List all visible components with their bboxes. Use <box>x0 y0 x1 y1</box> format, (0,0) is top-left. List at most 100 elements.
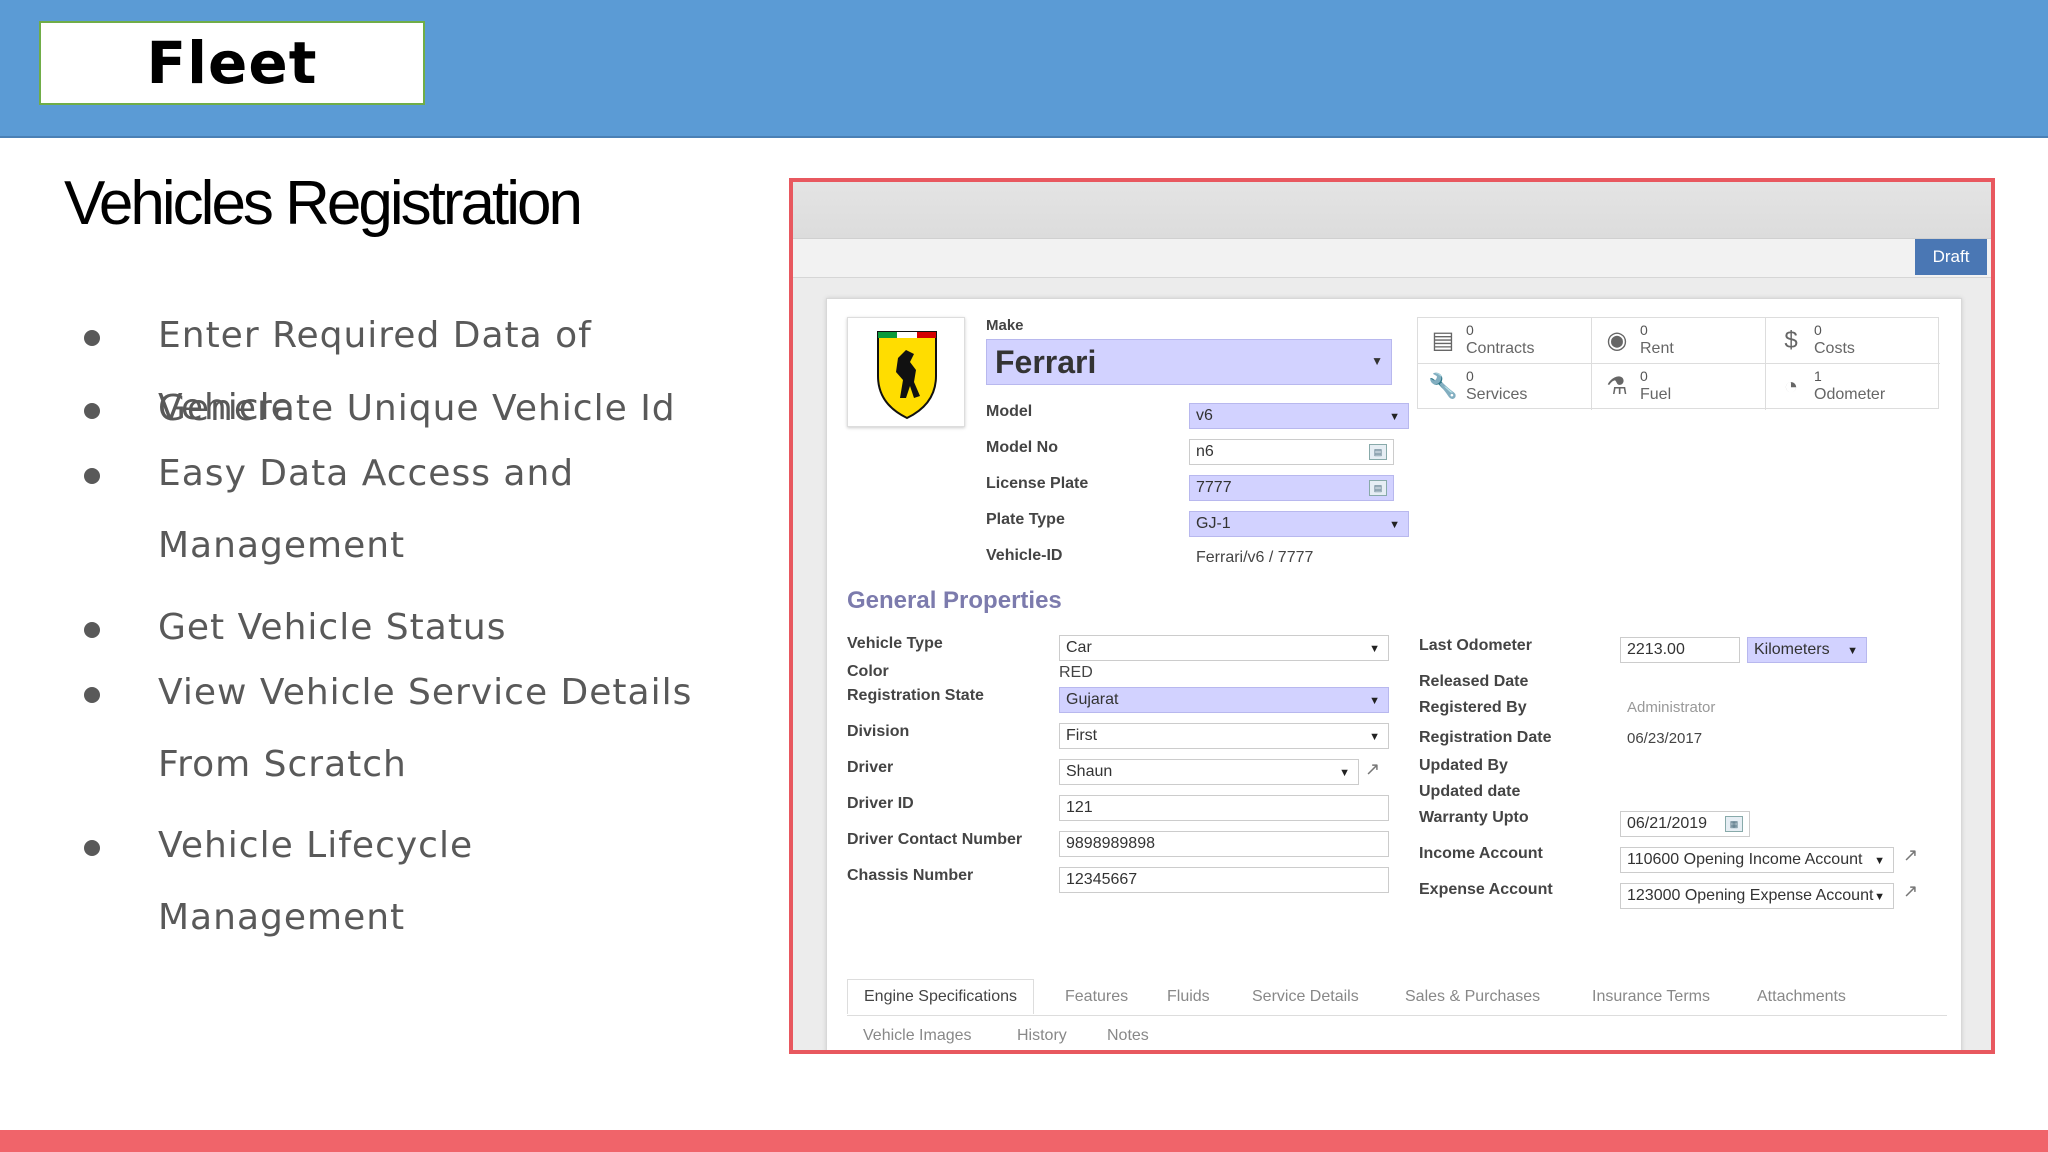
tab-vehicle-images[interactable]: Vehicle Images <box>863 1027 972 1045</box>
chevron-down-icon: ▼ <box>1369 643 1380 655</box>
ferrari-logo-icon[interactable] <box>847 317 965 427</box>
external-link-icon[interactable]: ↗ <box>1903 845 1918 866</box>
tab-notes[interactable]: Notes <box>1107 1027 1149 1045</box>
tab-history[interactable]: History <box>1017 1027 1067 1045</box>
warranty-label: Warranty Upto <box>1419 809 1529 826</box>
registration-date-label: Registration Date <box>1419 729 1552 746</box>
bullet-dot <box>84 403 100 419</box>
bullet-dot <box>84 687 100 703</box>
external-link-icon[interactable]: ↗ <box>1903 881 1918 902</box>
tab-sales-purchases[interactable]: Sales & Purchases <box>1405 988 1540 1006</box>
tab-engine-specifications[interactable]: Engine Specifications <box>847 979 1034 1014</box>
make-select[interactable]: Ferrari ▼ <box>986 339 1392 385</box>
calendar-icon[interactable]: ▦ <box>1725 816 1743 832</box>
tab-features[interactable]: Features <box>1065 988 1128 1006</box>
header-title-box: Fleet <box>39 21 425 105</box>
tab-fluids[interactable]: Fluids <box>1167 988 1210 1006</box>
slide-title: Vehicles Registration <box>64 169 583 238</box>
chassis-number-label: Chassis Number <box>847 867 974 884</box>
edit-icon[interactable]: ▤ <box>1369 480 1387 496</box>
driver-contact-label: Driver Contact Number <box>847 831 1023 848</box>
chevron-down-icon: ▼ <box>1369 731 1380 743</box>
header-title: Fleet <box>146 29 318 97</box>
updated-by-label: Updated By <box>1419 757 1508 774</box>
chevron-down-icon: ▼ <box>1389 411 1400 423</box>
bullet-item: Vehicle Lifecycle Management <box>84 810 724 954</box>
registered-by-value: Administrator <box>1627 699 1716 716</box>
last-odometer-label: Last Odometer <box>1419 637 1532 654</box>
bullet-dot <box>84 840 100 856</box>
stat-odometer[interactable]: ◔ 1 Odometer <box>1766 364 1940 410</box>
division-label: Division <box>847 723 910 740</box>
last-odometer-field[interactable]: 2213.00 <box>1620 637 1740 663</box>
form-sheet: Make Ferrari ▼ Model v6 ▼ Model No n6 ▤ Lic… <box>826 298 1962 1050</box>
stat-services[interactable]: 🔧 0 Services <box>1418 364 1592 410</box>
division-select[interactable]: First ▼ <box>1059 723 1389 749</box>
chevron-down-icon: ▼ <box>1339 767 1350 779</box>
license-plate-label: License Plate <box>986 475 1089 492</box>
registered-by-label: Registered By <box>1419 699 1527 716</box>
stat-rent[interactable]: ◉ 0 Rent <box>1592 318 1766 364</box>
vehicle-type-label: Vehicle Type <box>847 635 943 652</box>
vehicle-id-value: Ferrari/v6 / 7777 <box>1196 549 1314 566</box>
driver-id-label: Driver ID <box>847 795 914 812</box>
book-icon: ▤ <box>1431 327 1455 354</box>
expense-account-label: Expense Account <box>1419 881 1553 898</box>
income-account-label: Income Account <box>1419 845 1543 862</box>
status-draft-badge[interactable]: Draft <box>1915 239 1987 275</box>
driver-label: Driver <box>847 759 894 776</box>
model-label: Model <box>986 403 1033 420</box>
chassis-number-field[interactable]: 12345667 <box>1059 867 1389 893</box>
bullet-dot <box>84 622 100 638</box>
tab-divider <box>847 1015 1947 1016</box>
bullet-item: Easy Data Access and Management <box>84 438 574 582</box>
license-plate-field[interactable]: 7777 ▤ <box>1189 475 1394 501</box>
tab-attachments[interactable]: Attachments <box>1757 988 1846 1006</box>
chevron-down-icon: ▼ <box>1874 891 1885 903</box>
odometer-unit-select[interactable]: Kilometers ▼ <box>1747 637 1867 663</box>
chevron-down-icon: ▼ <box>1371 354 1383 368</box>
bullet-dot <box>84 330 100 346</box>
form-toolbar <box>793 182 1991 238</box>
external-link-icon[interactable]: ↗ <box>1365 759 1380 780</box>
make-label: Make <box>986 317 1024 334</box>
model-no-label: Model No <box>986 439 1058 456</box>
color-value: RED <box>1059 664 1093 681</box>
driver-id-field[interactable]: 121 <box>1059 795 1389 821</box>
bullet-item: View Vehicle Service Details From Scratch <box>84 657 692 801</box>
rent-icon: ◉ <box>1606 327 1628 354</box>
expense-account-select[interactable]: 123000 Opening Expense Account ▼ <box>1620 883 1894 909</box>
registration-state-label: Registration State <box>847 687 984 704</box>
tab-insurance-terms[interactable]: Insurance Terms <box>1592 988 1710 1006</box>
driver-contact-field[interactable]: 9898989898 <box>1059 831 1389 857</box>
bullet-dot <box>84 468 100 484</box>
wrench-icon: 🔧 <box>1428 373 1458 400</box>
registration-date-value: 06/23/2017 <box>1627 730 1703 747</box>
plate-type-label: Plate Type <box>986 511 1065 528</box>
stat-contracts[interactable]: ▤ 0 Contracts <box>1418 318 1592 364</box>
header-bar: Fleet <box>0 0 2048 138</box>
edit-icon[interactable]: ▤ <box>1369 444 1387 460</box>
stat-fuel[interactable]: ⚗ 0 Fuel <box>1592 364 1766 410</box>
form-tabs: Engine Specifications Features Fluids Se… <box>847 979 1947 1050</box>
vehicle-id-label: Vehicle-ID <box>986 547 1063 564</box>
driver-select[interactable]: Shaun ▼ <box>1059 759 1359 785</box>
vehicle-form-screenshot: Draft Make Ferrari ▼ Model v6 ▼ Model No n… <box>789 178 1995 1054</box>
warranty-date-field[interactable]: 06/21/2019 ▦ <box>1620 811 1750 837</box>
updated-date-label: Updated date <box>1419 783 1521 800</box>
chevron-down-icon: ▼ <box>1847 645 1858 657</box>
model-select[interactable]: v6 ▼ <box>1189 403 1409 429</box>
income-account-select[interactable]: 110600 Opening Income Account ▼ <box>1620 847 1894 873</box>
color-label: Color <box>847 663 889 680</box>
vehicle-type-select[interactable]: Car ▼ <box>1059 635 1389 661</box>
plate-type-select[interactable]: GJ-1 ▼ <box>1189 511 1409 537</box>
gauge-icon: ◔ <box>1783 373 1799 400</box>
registration-state-select[interactable]: Gujarat ▼ <box>1059 687 1389 713</box>
tab-service-details[interactable]: Service Details <box>1252 988 1359 1006</box>
footer-bar <box>0 1130 2048 1152</box>
released-date-label: Released Date <box>1419 673 1529 690</box>
stat-costs[interactable]: $0 Costs <box>1766 318 1940 364</box>
model-no-field[interactable]: n6 ▤ <box>1189 439 1394 465</box>
bullet-item: Get Vehicle Status <box>84 592 507 664</box>
bullet-item: Generate Unique Vehicle Id <box>84 373 676 445</box>
